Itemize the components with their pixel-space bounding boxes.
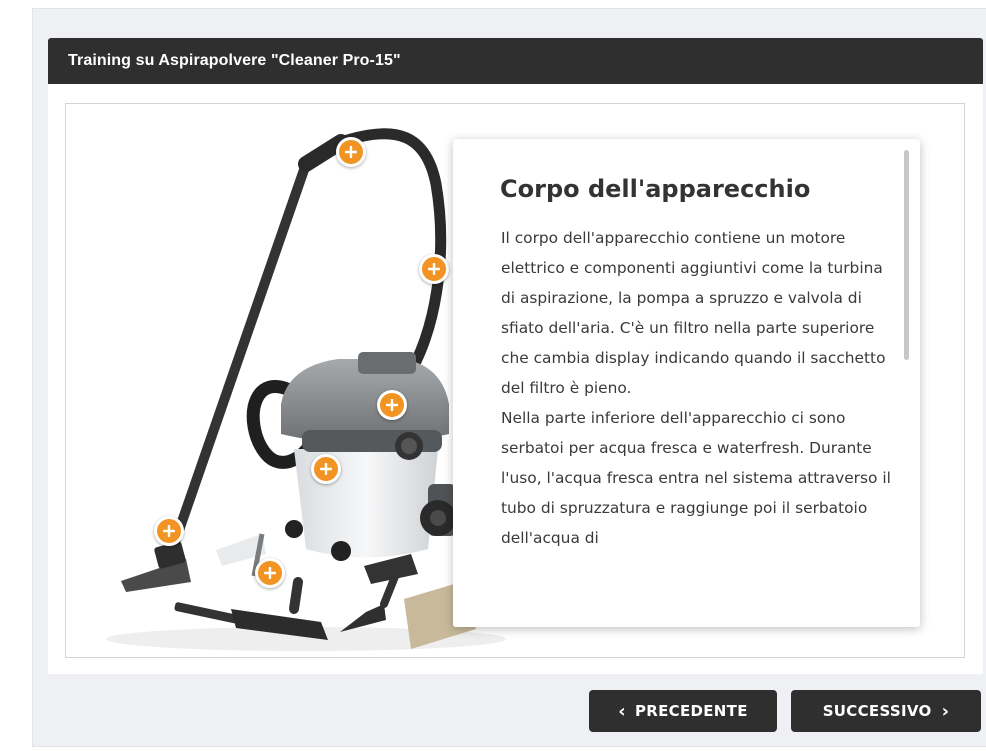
info-paragraph: Il corpo dell'apparecchio contiene un mo…: [501, 229, 886, 397]
text-fade-overlay: [453, 547, 920, 627]
plus-icon: [264, 567, 276, 579]
hotspot-floor-nozzle[interactable]: [154, 516, 184, 546]
next-button[interactable]: SUCCESSIVO ›: [791, 690, 981, 732]
info-card-title: Corpo dell'apparecchio: [500, 175, 811, 203]
hotspot-body[interactable]: [311, 454, 341, 484]
plus-icon: [386, 399, 398, 411]
info-card: Corpo dell'apparecchio Il corpo dell'app…: [453, 139, 920, 627]
hotspot-handle[interactable]: [336, 137, 366, 167]
plus-icon: [320, 463, 332, 475]
page-title: Training su Aspirapolvere "Cleaner Pro-1…: [68, 52, 401, 69]
plus-icon: [345, 146, 357, 158]
hotspot-hose[interactable]: [419, 254, 449, 284]
hotspot-lid[interactable]: [377, 390, 407, 420]
info-card-scrollbar[interactable]: [904, 150, 910, 620]
chevron-left-icon: ‹: [618, 700, 626, 722]
header-bar: Training su Aspirapolvere "Cleaner Pro-1…: [48, 38, 983, 84]
previous-label: PRECEDENTE: [634, 702, 748, 720]
info-paragraph: Nella parte inferiore dell'apparecchio c…: [501, 409, 891, 547]
scrollbar-thumb[interactable]: [904, 150, 909, 360]
plus-icon: [163, 525, 175, 537]
info-card-body: Il corpo dell'apparecchio contiene un mo…: [501, 223, 891, 553]
hotspot-accessories[interactable]: [255, 558, 285, 588]
chevron-right-icon: ›: [941, 700, 950, 722]
previous-button[interactable]: ‹ PRECEDENTE: [589, 690, 777, 732]
plus-icon: [428, 263, 440, 275]
next-label: SUCCESSIVO: [822, 702, 932, 720]
